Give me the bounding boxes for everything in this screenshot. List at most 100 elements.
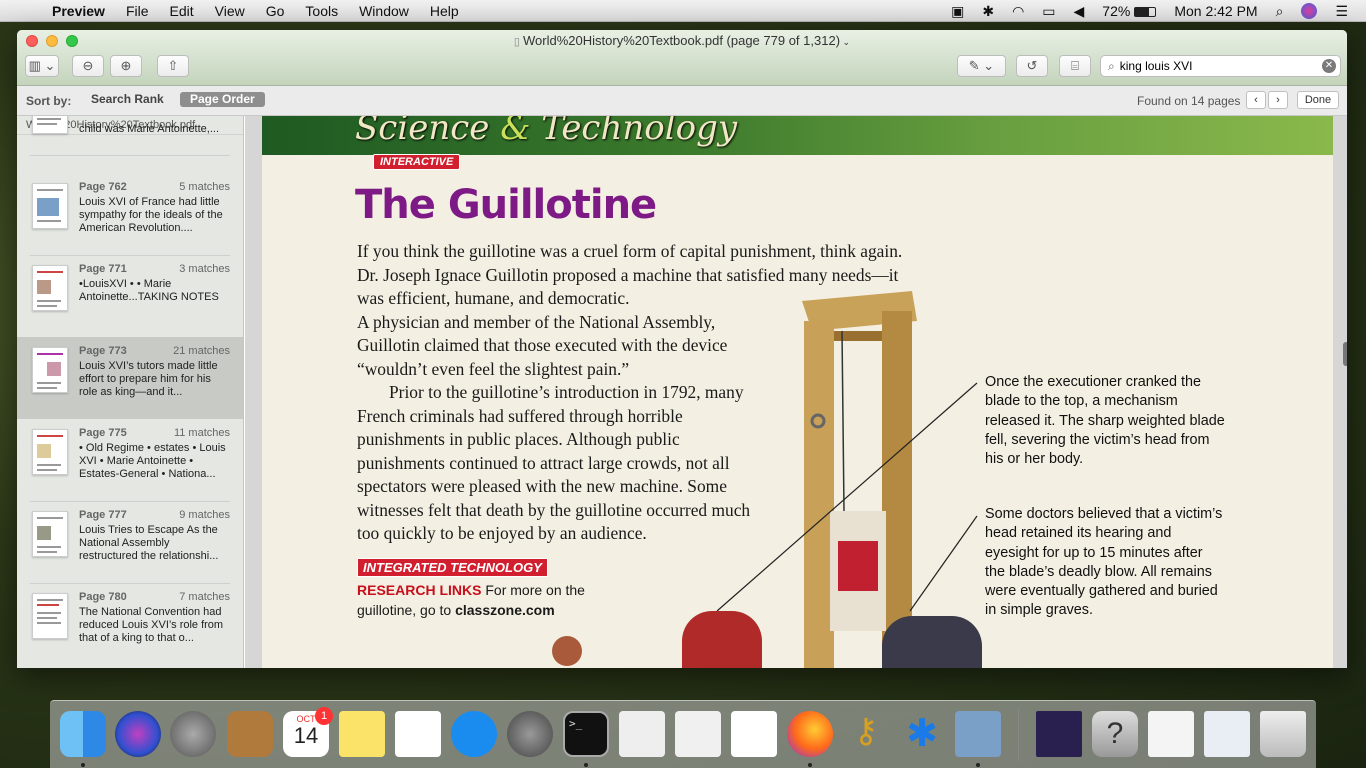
- result-page: Page 780: [79, 591, 127, 603]
- result-snippet: child was Marie Antoinette,...: [79, 123, 220, 135]
- volume-icon[interactable]: ◀: [1074, 3, 1085, 20]
- search-result-partial[interactable]: child was Marie Antoinette,...: [17, 116, 243, 140]
- zoom-in-icon: ⊕: [120, 58, 132, 73]
- rotate-button[interactable]: ↺: [1016, 55, 1048, 77]
- markup-button[interactable]: ✎ ⌄: [957, 55, 1006, 77]
- running-indicator: [584, 763, 588, 767]
- clear-search-icon[interactable]: ✕: [1322, 59, 1336, 73]
- dock-separator: [1018, 709, 1019, 761]
- unknown-disk-icon[interactable]: ?: [1092, 711, 1138, 757]
- notification-center-icon[interactable]: ☰: [1335, 3, 1348, 20]
- result-snippet: Louis XVI’s tutors made little effort to…: [79, 360, 218, 398]
- bluetooth-icon[interactable]: ✱: [982, 3, 994, 20]
- launchpad-icon[interactable]: [170, 711, 216, 757]
- sidebar-icon: ▥ ⌄: [28, 58, 56, 73]
- executioner-illustration: [682, 611, 762, 668]
- paragraph-2: A physician and member of the National A…: [357, 311, 728, 379]
- sort-bar: Sort by: Search Rank Page Order Found on…: [17, 86, 1347, 116]
- sort-page-order-button[interactable]: Page Order: [180, 92, 265, 107]
- result-page: Page 773: [79, 345, 127, 357]
- wifi-icon[interactable]: ◠: [1012, 3, 1024, 20]
- terminal-icon[interactable]: >_: [563, 711, 609, 757]
- search-result-773[interactable]: Page 773 21 matches Louis XVI’s tutors m…: [17, 337, 243, 419]
- bluetooth-file-exchange-icon[interactable]: ✱: [899, 711, 945, 757]
- spotlight-icon[interactable]: ⌕: [1276, 3, 1284, 20]
- calendar-icon[interactable]: OCT 14 1: [283, 707, 333, 757]
- previous-result-button[interactable]: ‹: [1246, 91, 1266, 109]
- zoom-in-button[interactable]: ⊕: [110, 55, 142, 77]
- finder-icon[interactable]: [60, 711, 106, 757]
- pdf-document-icon[interactable]: [1036, 711, 1082, 757]
- caption-pointer-lines: [716, 382, 978, 612]
- search-field[interactable]: ⌕ ✕: [1100, 55, 1341, 77]
- result-matches: 9 matches: [179, 509, 230, 521]
- search-result-771[interactable]: Page 771 3 matches •LouisXVI • • Marie A…: [17, 255, 243, 337]
- classzone-link[interactable]: classzone.com: [455, 602, 555, 618]
- menu-tools[interactable]: Tools: [305, 3, 338, 19]
- reminders-icon[interactable]: [395, 711, 441, 757]
- page-thumbnail: [32, 265, 68, 311]
- chevron-left-icon: ‹: [1254, 94, 1258, 106]
- app-store-icon[interactable]: [451, 711, 497, 757]
- banner-left-text: Science: [355, 116, 501, 148]
- toolbox-icon: ⌸: [1071, 58, 1079, 73]
- contacts-icon[interactable]: [227, 711, 273, 757]
- siri-icon[interactable]: [115, 711, 161, 757]
- clock[interactable]: Mon 2:42 PM: [1174, 3, 1257, 19]
- toolbox-button[interactable]: ⌸: [1059, 55, 1091, 77]
- next-result-button[interactable]: ›: [1268, 91, 1288, 109]
- battery-status[interactable]: 72%: [1102, 3, 1157, 19]
- menu-view[interactable]: View: [215, 3, 245, 19]
- caption-executioner: Once the executioner cranked the blade t…: [985, 374, 1225, 468]
- zoom-out-button[interactable]: ⊖: [72, 55, 104, 77]
- search-result-777[interactable]: Page 777 9 matches Louis Tries to Escape…: [17, 501, 243, 583]
- sidebar-toggle-button[interactable]: ▥ ⌄: [25, 55, 59, 77]
- scrollbar-thumb[interactable]: [1343, 342, 1347, 366]
- window-thumbnail-icon[interactable]: [1204, 711, 1250, 757]
- page-thumbnail: [32, 183, 68, 229]
- document-view[interactable]: Science & Technology INTERACTIVE The Gui…: [245, 116, 1347, 668]
- keychain-icon[interactable]: ⚷: [843, 711, 889, 757]
- box-icon[interactable]: ▣: [951, 3, 964, 20]
- result-page: Page 762: [79, 181, 127, 193]
- search-input[interactable]: [1119, 59, 1310, 73]
- search-result-762[interactable]: Page 762 5 matches Louis XVI of France h…: [17, 173, 243, 255]
- search-result-780[interactable]: Page 780 7 matches The National Conventi…: [17, 583, 243, 665]
- menu-edit[interactable]: Edit: [170, 3, 194, 19]
- menu-app-name[interactable]: Preview: [52, 3, 105, 19]
- system-preferences-icon[interactable]: [507, 711, 553, 757]
- share-button[interactable]: ⇧: [157, 55, 189, 77]
- running-indicator: [976, 763, 980, 767]
- interactive-badge: INTERACTIVE: [373, 154, 461, 170]
- running-indicator: [808, 763, 812, 767]
- window-title-area[interactable]: ▯ World%20History%20Textbook.pdf (page 7…: [17, 33, 1347, 48]
- screenshot-thumbnail-icon[interactable]: [1148, 711, 1194, 757]
- calendar-day: 14: [293, 723, 319, 748]
- trash-icon[interactable]: [1260, 711, 1306, 757]
- menu-window[interactable]: Window: [359, 3, 409, 19]
- firefox-icon[interactable]: [787, 711, 833, 757]
- done-button[interactable]: Done: [1297, 91, 1339, 109]
- preview-window: ▯ World%20History%20Textbook.pdf (page 7…: [17, 30, 1347, 668]
- banner-ampersand: &: [500, 116, 531, 148]
- siri-icon[interactable]: [1301, 3, 1318, 19]
- result-page: Page 771: [79, 263, 127, 275]
- banner-title: Science & Technology: [355, 116, 737, 148]
- sort-search-rank-button[interactable]: Search Rank: [81, 92, 174, 107]
- preview-icon[interactable]: [955, 711, 1001, 757]
- menu-go[interactable]: Go: [266, 3, 285, 19]
- found-count: Found on 14 pages: [1137, 94, 1241, 108]
- script-editor-icon[interactable]: [619, 711, 665, 757]
- notes-icon[interactable]: [339, 711, 385, 757]
- share-icon: ⇧: [167, 58, 179, 73]
- airplay-icon[interactable]: ▭: [1042, 3, 1055, 20]
- menu-help[interactable]: Help: [430, 3, 459, 19]
- search-result-775[interactable]: Page 775 11 matches • Old Regime • estat…: [17, 419, 243, 501]
- textedit-icon[interactable]: [731, 711, 777, 757]
- chevron-right-icon: ›: [1276, 94, 1280, 106]
- pdf-page: Science & Technology INTERACTIVE The Gui…: [262, 116, 1333, 668]
- grapher-icon[interactable]: [675, 711, 721, 757]
- calendar-badge: 1: [315, 707, 333, 725]
- menu-file[interactable]: File: [126, 3, 149, 19]
- document-icon: ▯: [513, 36, 524, 48]
